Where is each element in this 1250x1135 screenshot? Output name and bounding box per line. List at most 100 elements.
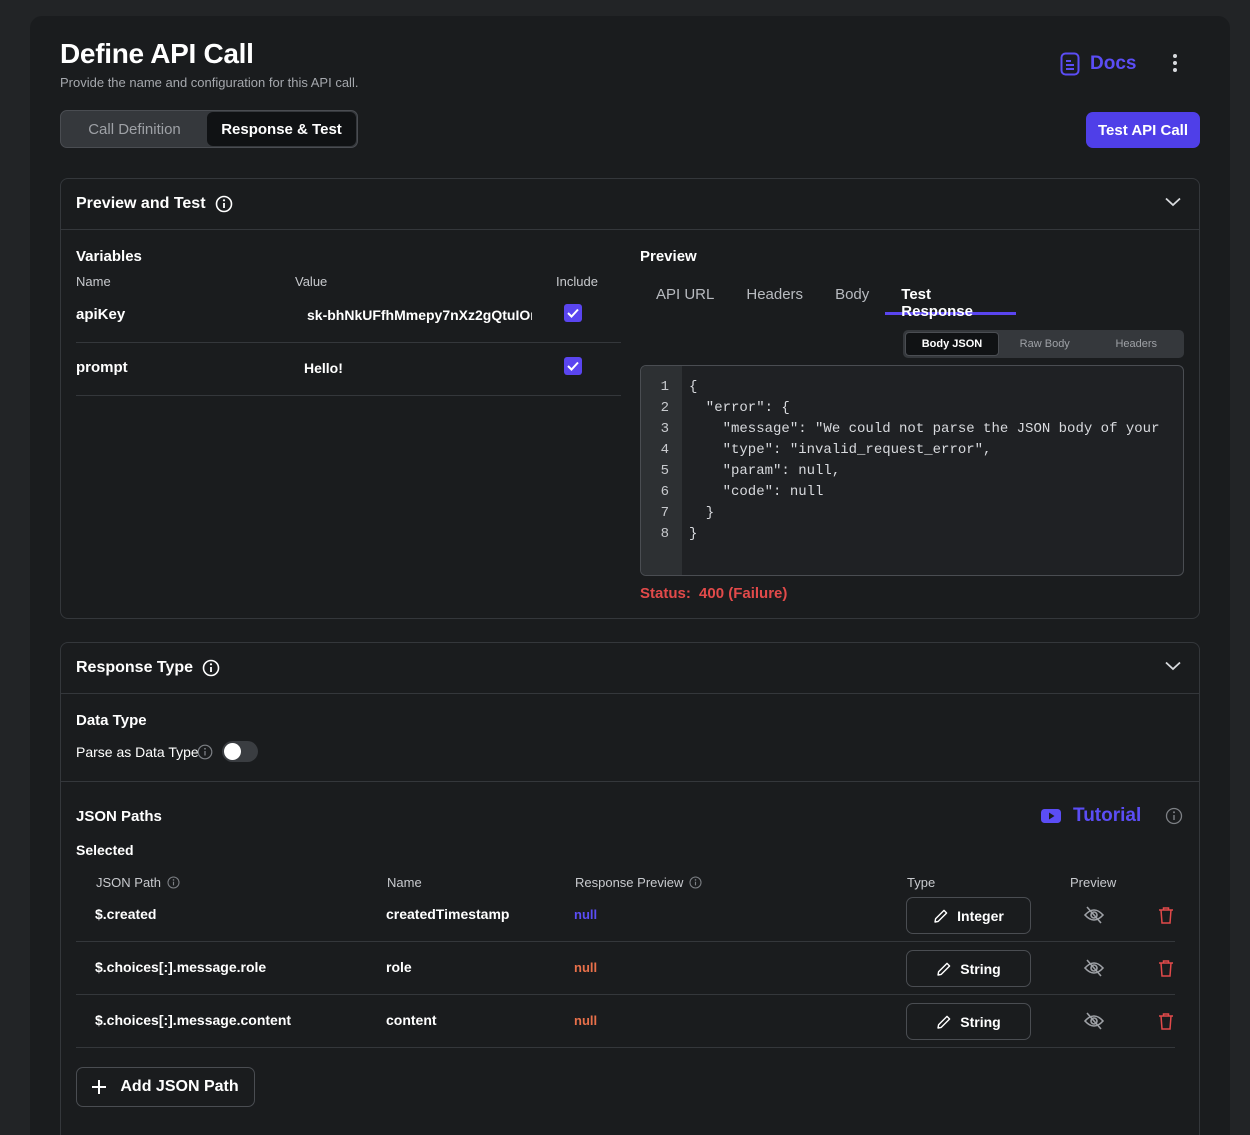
tutorial-label: Tutorial bbox=[1073, 805, 1142, 826]
info-icon[interactable] bbox=[197, 744, 213, 760]
docs-link[interactable]: Docs bbox=[1060, 52, 1136, 76]
include-checkbox[interactable] bbox=[564, 357, 582, 375]
col-type: Type bbox=[907, 875, 936, 890]
col-json-path: JSON Path bbox=[96, 875, 162, 890]
test-api-call-button[interactable]: Test API Call bbox=[1086, 112, 1200, 148]
response-type-header[interactable]: Response Type bbox=[61, 643, 1199, 694]
preview-test-card: Preview and Test Variables Name Value In… bbox=[60, 178, 1200, 619]
variable-value-input[interactable]: Hello! bbox=[304, 360, 529, 376]
tab-call-definition[interactable]: Call Definition bbox=[62, 112, 207, 146]
type-label: String bbox=[960, 1013, 1001, 1030]
tab-api-url[interactable]: API URL bbox=[640, 272, 730, 315]
docs-label: Docs bbox=[1090, 53, 1137, 74]
json-paths-title: JSON Paths bbox=[76, 808, 162, 825]
preview-title: Preview bbox=[640, 248, 697, 265]
eye-off-icon[interactable] bbox=[1084, 906, 1104, 924]
line-number: 7 bbox=[660, 505, 669, 521]
info-icon[interactable] bbox=[202, 659, 220, 677]
tab-response-test[interactable]: Response & Test bbox=[207, 112, 356, 146]
parse-data-type-label: Parse as Data Type bbox=[76, 744, 199, 760]
api-call-panel: Define API Call Provide the name and con… bbox=[30, 16, 1230, 1135]
subtab-body-json[interactable]: Body JSON bbox=[905, 332, 999, 356]
parse-data-type-toggle[interactable] bbox=[222, 741, 258, 762]
line-number: 1 bbox=[660, 379, 669, 395]
col-name: Name bbox=[387, 875, 422, 890]
add-json-path-button[interactable]: Add JSON Path bbox=[76, 1067, 255, 1107]
code-line: "param": null, bbox=[689, 463, 841, 479]
json-path-row: $.choices[:].message.role role null Stri… bbox=[76, 942, 1175, 995]
type-selector-button[interactable]: Integer bbox=[906, 897, 1031, 934]
code-line: "message": "We could not parse the JSON … bbox=[689, 421, 1160, 437]
json-path-row: $.created createdTimestamp null Integer bbox=[76, 889, 1175, 942]
json-path-name: content bbox=[386, 1012, 437, 1028]
line-number: 2 bbox=[660, 400, 669, 416]
chevron-down-icon[interactable] bbox=[1165, 197, 1181, 207]
pencil-icon bbox=[937, 1015, 951, 1029]
variables-col-name: Name bbox=[76, 274, 111, 289]
response-type-card: Response Type Data Type Parse as Data Ty… bbox=[60, 642, 1200, 1135]
variables-col-include: Include bbox=[556, 274, 598, 289]
line-number: 6 bbox=[660, 484, 669, 500]
tab-headers[interactable]: Headers bbox=[730, 272, 819, 315]
response-preview-value: null bbox=[574, 907, 598, 922]
toggle-knob bbox=[224, 743, 241, 760]
preview-test-title: Preview and Test bbox=[76, 195, 206, 212]
code-line: "error": { bbox=[689, 400, 790, 416]
selected-label: Selected bbox=[76, 842, 134, 858]
check-icon bbox=[567, 308, 579, 318]
check-icon bbox=[567, 361, 579, 371]
code-line: { bbox=[689, 379, 698, 395]
variable-row: prompt Hello! bbox=[76, 343, 621, 396]
section-divider bbox=[61, 781, 1199, 782]
add-json-path-label: Add JSON Path bbox=[120, 1078, 239, 1095]
subtab-headers[interactable]: Headers bbox=[1091, 332, 1183, 356]
subtab-raw-body[interactable]: Raw Body bbox=[999, 332, 1091, 356]
info-icon[interactable] bbox=[167, 876, 180, 889]
pencil-icon bbox=[937, 962, 951, 976]
code-line: "type": "invalid_request_error", bbox=[689, 442, 992, 458]
youtube-icon bbox=[1041, 809, 1061, 823]
plus-icon bbox=[92, 1080, 107, 1094]
info-icon[interactable] bbox=[689, 876, 702, 889]
variable-value-input[interactable]: sk-bhNkUFfhMmepy7nXz2gQtuIOr bbox=[307, 307, 532, 323]
response-code-viewer[interactable]: 1 2 3 4 5 6 7 8 { "error": { "message": … bbox=[640, 365, 1184, 576]
mode-tabs: Call Definition Response & Test bbox=[60, 110, 358, 148]
more-options-icon[interactable] bbox=[1166, 52, 1184, 74]
col-preview: Preview bbox=[1070, 875, 1117, 890]
type-label: String bbox=[960, 960, 1001, 977]
trash-icon[interactable] bbox=[1158, 1012, 1174, 1030]
code-line: "code": null bbox=[689, 484, 824, 500]
json-path-value: $.created bbox=[95, 906, 157, 922]
json-path-value: $.choices[:].message.role bbox=[95, 959, 267, 975]
json-path-value: $.choices[:].message.content bbox=[95, 1012, 292, 1028]
tutorial-link[interactable]: Tutorial bbox=[1041, 805, 1141, 827]
response-preview-value: null bbox=[574, 1013, 598, 1028]
pencil-icon bbox=[934, 909, 948, 923]
line-number: 8 bbox=[660, 526, 669, 542]
trash-icon[interactable] bbox=[1158, 959, 1174, 977]
tab-body[interactable]: Body bbox=[819, 272, 885, 315]
variables-title: Variables bbox=[76, 248, 142, 265]
include-checkbox[interactable] bbox=[564, 304, 582, 322]
line-number: 4 bbox=[660, 442, 669, 458]
tab-test-response[interactable]: Test Response bbox=[885, 272, 1017, 320]
json-path-name: role bbox=[386, 959, 412, 975]
preview-test-header[interactable]: Preview and Test bbox=[61, 179, 1199, 230]
json-path-row: $.choices[:].message.content content nul… bbox=[76, 995, 1175, 1048]
type-selector-button[interactable]: String bbox=[906, 950, 1031, 987]
type-label: Integer bbox=[957, 907, 1004, 924]
status-value: 400 (Failure) bbox=[699, 585, 788, 602]
eye-off-icon[interactable] bbox=[1084, 1012, 1104, 1030]
variable-name: prompt bbox=[76, 359, 128, 376]
page-title: Define API Call bbox=[60, 38, 254, 69]
info-icon[interactable] bbox=[1165, 807, 1183, 825]
trash-icon[interactable] bbox=[1158, 906, 1174, 924]
chevron-down-icon[interactable] bbox=[1165, 661, 1181, 671]
status-label: Status: bbox=[640, 585, 691, 602]
response-preview-value: null bbox=[574, 960, 598, 975]
code-line: } bbox=[689, 505, 715, 521]
eye-off-icon[interactable] bbox=[1084, 959, 1104, 977]
info-icon[interactable] bbox=[215, 195, 233, 213]
line-number: 5 bbox=[660, 463, 669, 479]
type-selector-button[interactable]: String bbox=[906, 1003, 1031, 1040]
